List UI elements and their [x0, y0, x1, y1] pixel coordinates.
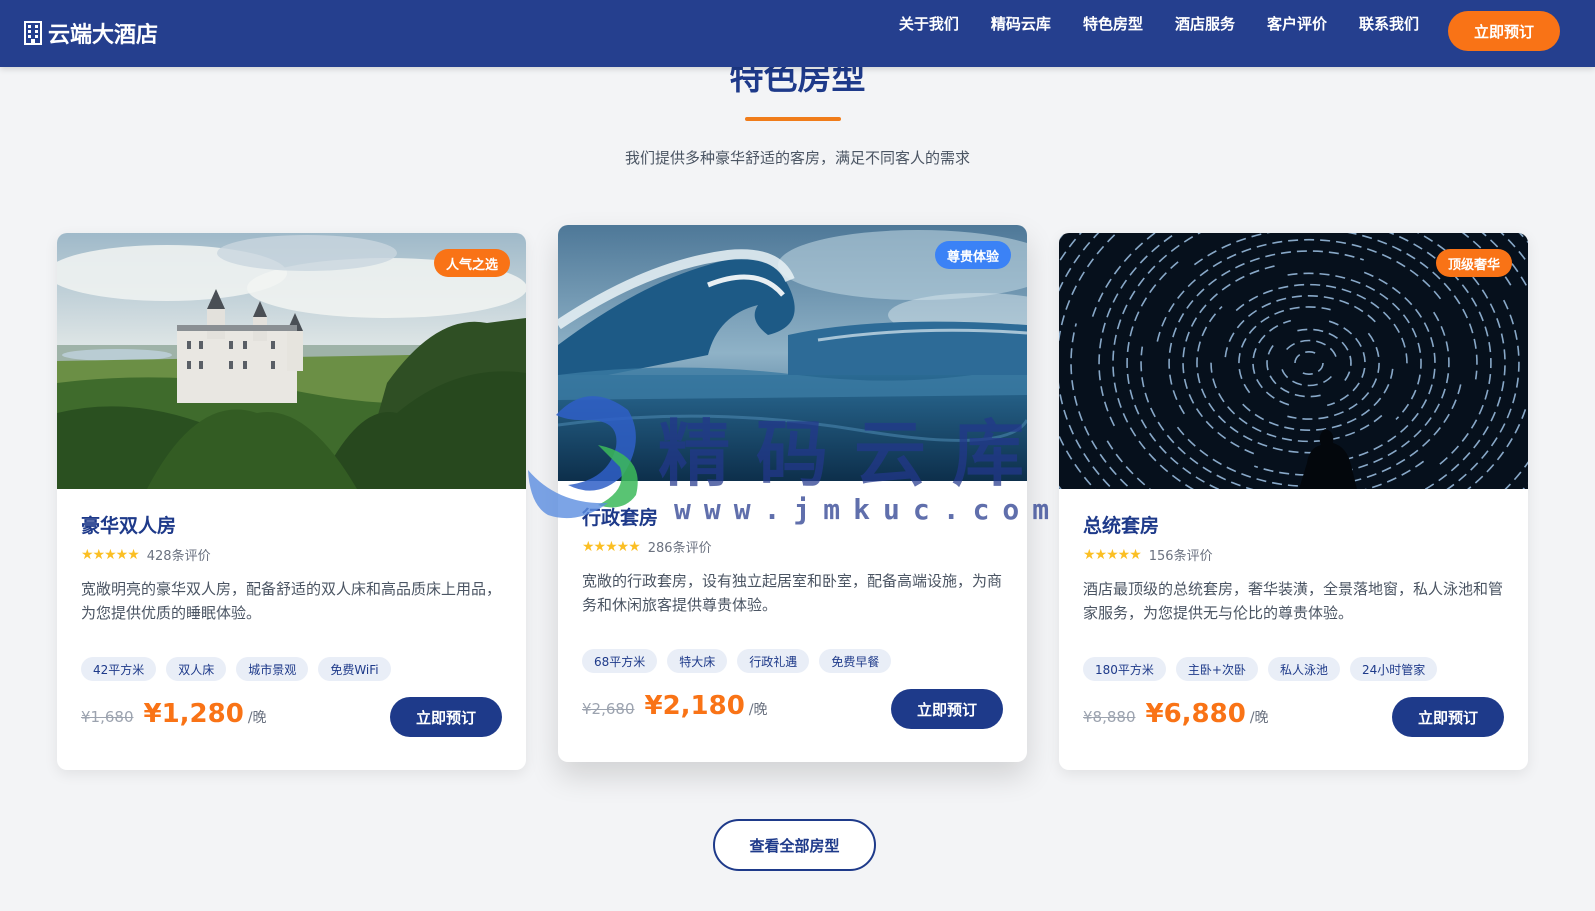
nav-link-contact[interactable]: 联系我们 [1359, 13, 1419, 35]
room-tags: 68平方米 特大床 行政礼遇 免费早餐 [582, 649, 892, 673]
room-tag: 私人泳池 [1267, 657, 1340, 681]
review-count: 156条评价 [1148, 549, 1213, 564]
nav-link-about[interactable]: 关于我们 [899, 13, 959, 35]
section-subtitle: 我们提供多种豪华舒适的客房，满足不同客人的需求 [624, 149, 970, 167]
room-tag: 24小时管家 [1349, 657, 1438, 681]
room-description: 酒店最顶级的总统套房，奢华装潢，全景落地窗，私人泳池和管家服务，为您提供无与伦比… [1083, 580, 1504, 622]
room-tag: 42平方米 [81, 657, 157, 681]
price-unit: /晚 [247, 710, 267, 726]
star-rating-icon: ★★★★★ [1083, 546, 1142, 563]
nav-links: 关于我们 精码云库 特色房型 酒店服务 客户评价 联系我们 [899, 13, 1419, 35]
view-all-rooms-button[interactable]: 查看全部房型 [713, 819, 876, 871]
room-price: ¥1,680 ¥1,280 /晚 [81, 699, 267, 729]
nav-link-rooms[interactable]: 特色房型 [1083, 13, 1143, 35]
room-tag: 主卧+次卧 [1175, 657, 1258, 681]
room-rating: ★★★★★ 428条评价 [81, 545, 211, 565]
price-unit: /晚 [748, 702, 768, 718]
current-price: ¥6,880 [1145, 699, 1246, 729]
review-count: 428条评价 [146, 549, 211, 564]
room-rating: ★★★★★ 286条评价 [582, 537, 712, 557]
room-description: 宽敞明亮的豪华双人房，配备舒适的双人床和高品质床上用品，为您提供优质的睡眠体验。 [81, 580, 502, 622]
room-tags: 42平方米 双人床 城市景观 免费WiFi [81, 657, 391, 681]
room-badge: 顶级奢华 [1435, 249, 1512, 277]
book-button[interactable]: 立即预订 [891, 689, 1003, 729]
room-tag: 城市景观 [236, 657, 309, 681]
room-tag: 68平方米 [582, 649, 658, 673]
room-badge: 人气之选 [433, 249, 510, 277]
current-price: ¥2,180 [644, 691, 745, 721]
room-tag: 双人床 [166, 657, 227, 681]
navbar: 云端大酒店 关于我们 精码云库 特色房型 酒店服务 客户评价 联系我们 立即预订 [0, 0, 1595, 67]
nav-book-button[interactable]: 立即预订 [1448, 11, 1560, 51]
book-button[interactable]: 立即预订 [390, 697, 502, 737]
room-card-presidential-suite: 顶级奢华 总统套房 ★★★★★ 156条评价 酒店最顶级的总统套房，奢华装潢，全… [1059, 233, 1528, 770]
room-card-body: 行政套房 ★★★★★ 286条评价 宽敞的行政套房，设有独立起居室和卧室，配备高… [582, 481, 1003, 762]
room-image-castle: 人气之选 [57, 233, 526, 489]
room-tags: 180平方米 主卧+次卧 私人泳池 24小时管家 [1083, 657, 1438, 681]
old-price: ¥2,680 [582, 700, 635, 718]
nav-link-services[interactable]: 酒店服务 [1175, 13, 1235, 35]
room-tag: 180平方米 [1083, 657, 1166, 681]
room-image-wave: 尊贵体验 [558, 225, 1027, 481]
old-price: ¥8,880 [1083, 708, 1136, 726]
star-rating-icon: ★★★★★ [81, 546, 140, 563]
room-price: ¥8,880 ¥6,880 /晚 [1083, 699, 1269, 729]
old-price: ¥1,680 [81, 708, 134, 726]
room-description: 宽敞的行政套房，设有独立起居室和卧室，配备高端设施，为商务和休闲旅客提供尊贵体验… [582, 572, 1003, 614]
room-image-star-trails: 顶级奢华 [1059, 233, 1528, 489]
star-rating-icon: ★★★★★ [582, 538, 641, 555]
price-unit: /晚 [1249, 710, 1269, 726]
building-icon [24, 21, 42, 45]
brand-name: 云端大酒店 [48, 23, 159, 48]
current-price: ¥1,280 [143, 699, 244, 729]
room-card-body: 总统套房 ★★★★★ 156条评价 酒店最顶级的总统套房，奢华装潢，全景落地窗，… [1083, 489, 1504, 770]
room-tag: 免费WiFi [318, 657, 391, 681]
room-price: ¥2,680 ¥2,180 /晚 [582, 691, 768, 721]
room-card-deluxe-double: 人气之选 豪华双人房 ★★★★★ 428条评价 宽敞明亮的豪华双人房，配备舒适的… [57, 233, 526, 770]
book-button[interactable]: 立即预订 [1392, 697, 1504, 737]
room-name: 豪华双人房 [81, 515, 177, 537]
nav-link-reviews[interactable]: 客户评价 [1267, 13, 1327, 35]
brand-logo[interactable]: 云端大酒店 [24, 16, 158, 50]
room-tag: 免费早餐 [819, 649, 892, 673]
title-underline [745, 117, 841, 121]
room-tag: 特大床 [667, 649, 728, 673]
room-name: 行政套房 [582, 507, 659, 529]
nav-link-jmkuc[interactable]: 精码云库 [991, 13, 1051, 35]
room-card-body: 豪华双人房 ★★★★★ 428条评价 宽敞明亮的豪华双人房，配备舒适的双人床和高… [81, 489, 502, 770]
room-badge: 尊贵体验 [934, 241, 1011, 269]
room-name: 总统套房 [1083, 515, 1160, 537]
room-card-executive-suite: 尊贵体验 行政套房 ★★★★★ 286条评价 宽敞的行政套房，设有独立起居室和卧… [558, 225, 1027, 762]
room-rating: ★★★★★ 156条评价 [1083, 545, 1213, 565]
review-count: 286条评价 [647, 541, 712, 556]
room-tag: 行政礼遇 [737, 649, 810, 673]
